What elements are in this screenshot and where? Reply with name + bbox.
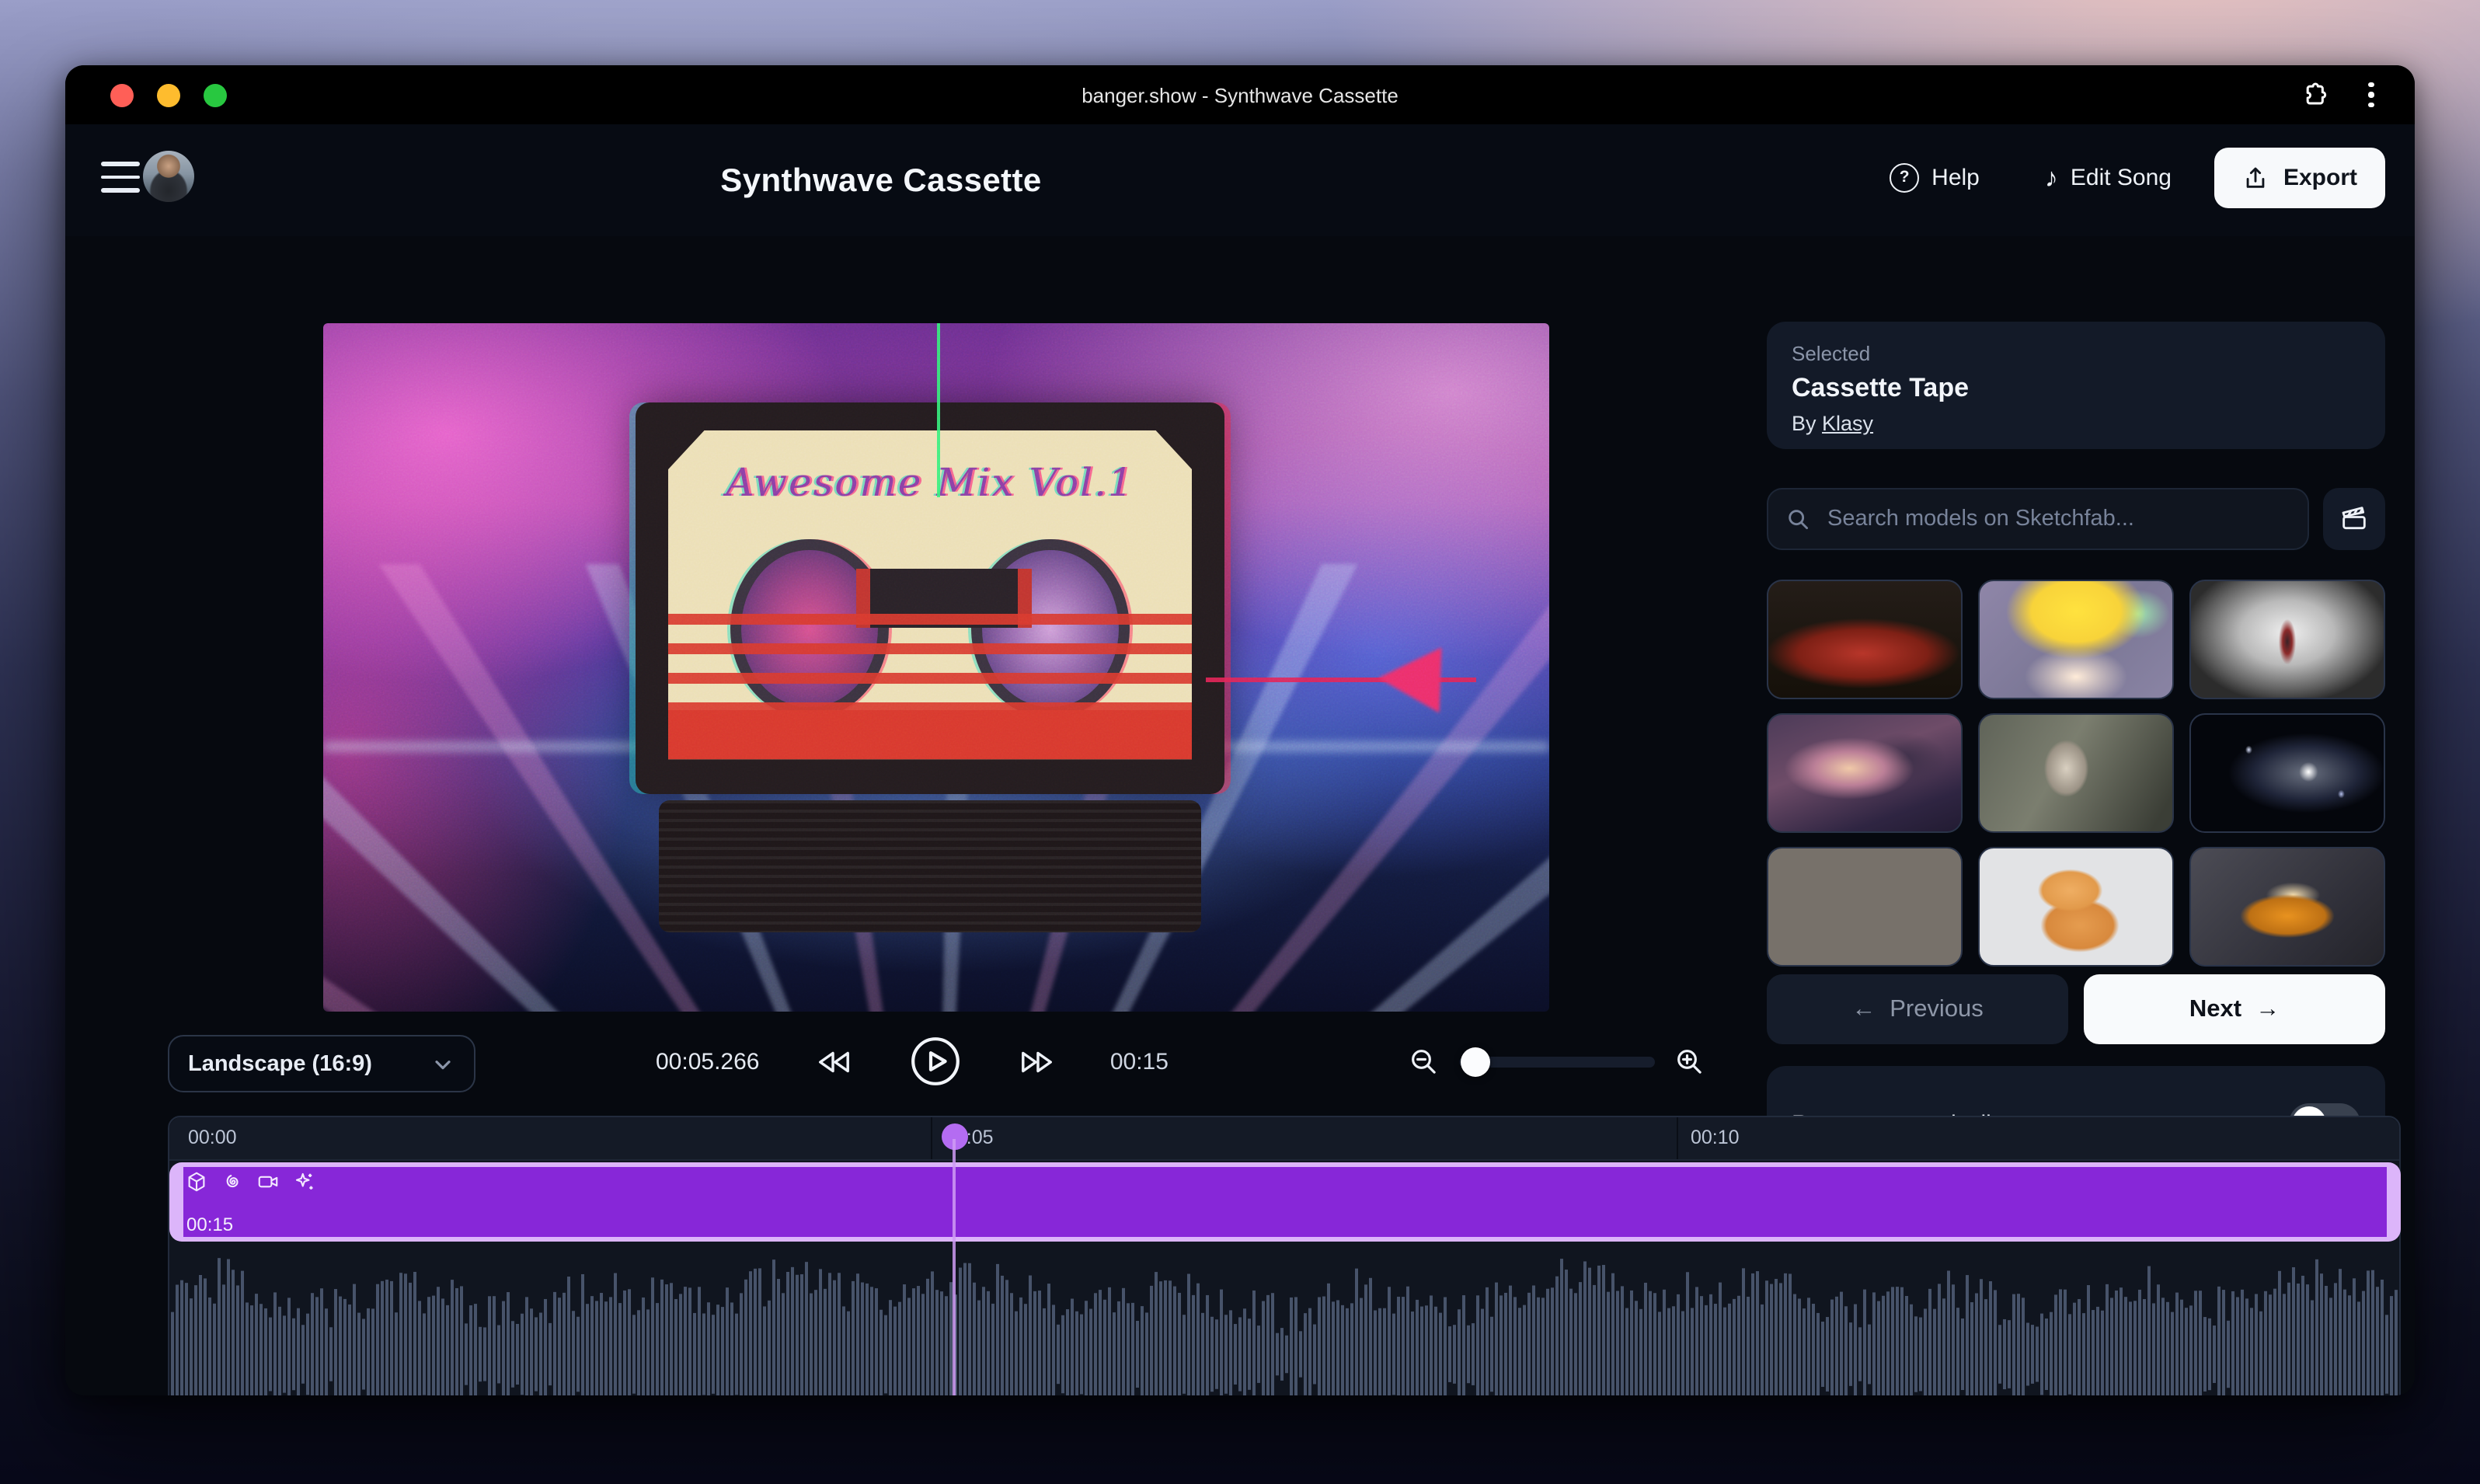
- page-title: Synthwave Cassette: [65, 163, 1697, 200]
- playhead-line: [953, 1139, 956, 1395]
- film-grain-overlay: [323, 323, 1549, 1012]
- aspect-ratio-select[interactable]: Landscape (16:9): [168, 1035, 475, 1092]
- timeline-zoom-controls: [1405, 1035, 1709, 1088]
- music-note-icon: ♪: [2045, 165, 2058, 191]
- timeline-ruler[interactable]: 00:00 00:05 00:10: [169, 1117, 2399, 1161]
- zoom-slider-knob[interactable]: [1461, 1047, 1491, 1076]
- fast-forward-button[interactable]: [1016, 1041, 1057, 1082]
- by-prefix: By: [1792, 412, 1822, 435]
- edit-song-button[interactable]: ♪ Edit Song: [2023, 149, 2193, 207]
- author-link[interactable]: Klasy: [1822, 412, 1873, 435]
- help-icon: ?: [1890, 163, 1919, 193]
- ruler-mark-2: 00:10: [1691, 1127, 1740, 1148]
- search-icon: [1785, 506, 1812, 532]
- timeline-section: 00:00 00:05 00:10 00:15: [65, 1116, 2415, 1395]
- search-box: [1767, 488, 2309, 550]
- timeline[interactable]: 00:00 00:05 00:10 00:15: [168, 1116, 2401, 1395]
- my-renders-button[interactable]: [2323, 488, 2385, 550]
- arrow-left-icon: ←: [1851, 995, 1876, 1023]
- video-clip-body: [183, 1167, 2387, 1237]
- aspect-ratio-value: Landscape (16:9): [188, 1051, 372, 1076]
- previous-page-button[interactable]: ← Previous: [1767, 974, 2068, 1044]
- zoom-in-icon[interactable]: [1670, 1041, 1709, 1082]
- search-input[interactable]: [1824, 505, 2290, 533]
- chevron-down-icon: [430, 1051, 455, 1076]
- rewind-button[interactable]: [813, 1041, 853, 1082]
- current-time: 00:05.266: [656, 1048, 759, 1075]
- cube-icon: [185, 1170, 208, 1193]
- selected-label: Selected: [1792, 342, 2360, 365]
- ruler-mark-0: 00:00: [188, 1127, 237, 1148]
- model-thumbnail-cartoon-toy-car[interactable]: [2189, 847, 2385, 967]
- edit-song-label: Edit Song: [2071, 165, 2172, 191]
- pagination: ← Previous Next →: [1767, 974, 2385, 1044]
- play-button[interactable]: [907, 1033, 963, 1089]
- zoom-slider[interactable]: [1460, 1056, 1654, 1067]
- video-preview[interactable]: Awesome Mix Vol.1: [323, 323, 1549, 1012]
- app-window: banger.show - Synthwave Cassette Synthwa…: [65, 65, 2415, 1395]
- selected-model-author: By Klasy: [1792, 412, 2360, 435]
- window-title: banger.show - Synthwave Cassette: [65, 83, 2415, 106]
- zoom-out-icon[interactable]: [1405, 1041, 1444, 1082]
- app-header: Synthwave Cassette ? Help ♪ Edit Song Ex…: [65, 124, 2415, 236]
- model-thumbnail-figure-in-storm-clouds[interactable]: [1767, 713, 1963, 833]
- model-thumbnail-spiral-galaxy[interactable]: [2189, 713, 2385, 833]
- export-upload-icon: [2243, 165, 2269, 191]
- audio-waveform[interactable]: [171, 1254, 2399, 1395]
- ruler-tick: [1677, 1117, 1678, 1159]
- model-thumbnail-anime-girl[interactable]: [1978, 580, 2174, 699]
- clapperboard-icon: [2339, 503, 2370, 535]
- transport-controls: 00:05.266 00:15: [656, 1029, 1169, 1094]
- model-grid: [1767, 580, 2385, 967]
- next-label: Next: [2189, 995, 2241, 1023]
- selected-model-name: Cassette Tape: [1792, 373, 2360, 404]
- window-titlebar: banger.show - Synthwave Cassette: [65, 65, 2415, 124]
- spiral-icon: [221, 1170, 244, 1193]
- clip-duration: 00:15: [186, 1214, 233, 1235]
- video-clip[interactable]: 00:15: [169, 1162, 2401, 1242]
- next-page-button[interactable]: Next →: [2084, 974, 2385, 1044]
- model-thumbnail-red-haired-warrior[interactable]: [2189, 580, 2385, 699]
- extensions-puzzle-icon[interactable]: [2297, 79, 2328, 110]
- model-thumbnail-shiba-dog[interactable]: [1978, 847, 2174, 967]
- clip-icons: [185, 1170, 315, 1193]
- search-row: [1767, 488, 2385, 550]
- selected-model-card: Selected Cassette Tape By Klasy: [1767, 322, 2385, 449]
- model-thumbnail-abandoned-city[interactable]: [1767, 847, 1963, 967]
- video-camera-icon: [256, 1170, 280, 1193]
- export-label: Export: [2283, 165, 2357, 191]
- ruler-tick: [931, 1117, 932, 1159]
- browser-menu-icon[interactable]: [2356, 79, 2387, 110]
- export-button[interactable]: Export: [2215, 148, 2385, 208]
- total-duration: 00:15: [1110, 1048, 1169, 1075]
- sparkles-icon: [292, 1170, 315, 1193]
- model-thumbnail-red-sports-car[interactable]: [1767, 580, 1963, 699]
- help-button[interactable]: ? Help: [1868, 148, 2001, 208]
- model-thumbnail-skull[interactable]: [1978, 713, 2174, 833]
- arrow-right-icon: →: [2255, 995, 2280, 1023]
- previous-label: Previous: [1890, 995, 1984, 1023]
- help-label: Help: [1931, 165, 1980, 191]
